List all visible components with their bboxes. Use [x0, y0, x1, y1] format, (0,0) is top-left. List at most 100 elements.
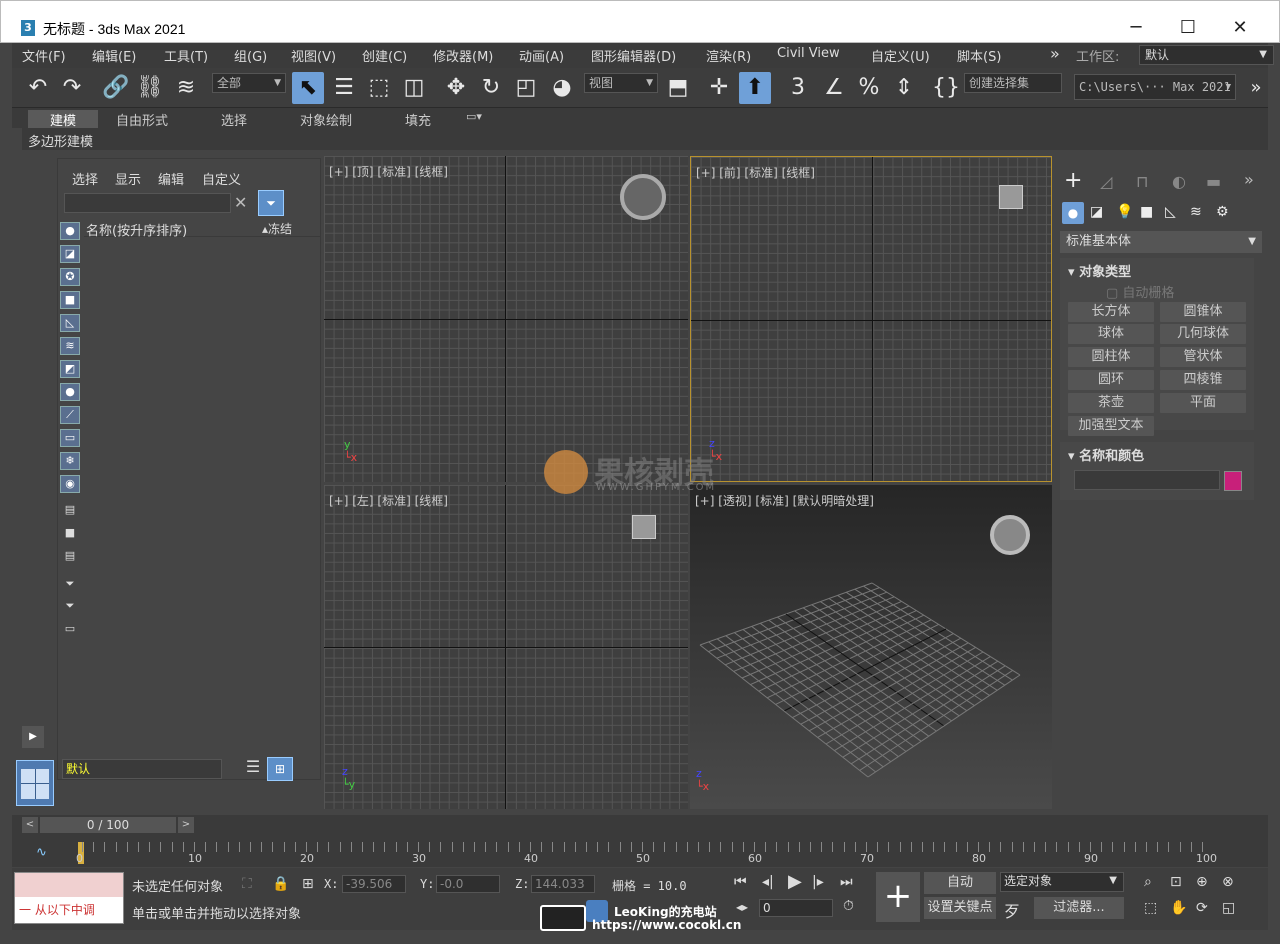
hierarchy-tab-icon[interactable]: ⊓: [1136, 172, 1148, 191]
spinner-snap-icon[interactable]: ⇕: [888, 72, 920, 104]
isolate-icon[interactable]: ⛶: [242, 876, 252, 892]
cameras-icon[interactable]: ■: [1140, 204, 1153, 220]
previous-frame-icon[interactable]: ◂|: [762, 874, 774, 890]
menu-scripting[interactable]: 脚本(S): [957, 46, 1001, 65]
filter-icon[interactable]: ⏷: [258, 190, 284, 216]
maxscript-listener[interactable]: 一 从以下中调: [14, 872, 124, 924]
tab-modeling[interactable]: 建模: [28, 110, 99, 129]
unlink-icon[interactable]: ⛓: [134, 72, 166, 104]
angle-snap-icon[interactable]: ∠: [818, 72, 850, 104]
container-icon[interactable]: ▭: [60, 621, 80, 639]
viewcube-icon[interactable]: [632, 515, 656, 539]
keyboard-shortcut-override-icon[interactable]: ⬆: [739, 72, 771, 104]
teapot-button[interactable]: 茶壶: [1068, 393, 1154, 413]
selection-filter-dropdown[interactable]: 全部 ▼: [212, 73, 286, 93]
viewport-perspective[interactable]: [+] [透视] [标准] [默认明暗处理] z └x: [690, 485, 1052, 809]
column-name[interactable]: 名称(按升序排序): [86, 220, 187, 239]
object-color-swatch[interactable]: [1224, 471, 1242, 491]
cameras-filter-icon[interactable]: ■: [60, 291, 80, 309]
percent-snap-icon[interactable]: %: [853, 72, 885, 104]
pyramid-button[interactable]: 四棱锥: [1160, 370, 1246, 390]
x-coordinate-field[interactable]: -39.506: [342, 875, 406, 893]
frozen-filter-icon[interactable]: ❄: [60, 452, 80, 470]
maximize-button[interactable]: ☐: [1165, 15, 1211, 41]
filter-icon[interactable]: ⏷: [60, 598, 80, 616]
menu-view[interactable]: 视图(V): [291, 46, 336, 65]
timeline-ruler[interactable]: 0 10 20 30 40 50 60 70 80 90 100: [12, 815, 1268, 867]
maximize-viewport-icon[interactable]: ◱: [1222, 900, 1235, 916]
set-key-mode-button[interactable]: 设置关键点: [924, 897, 996, 919]
ribbon-options-icon[interactable]: ▭▾: [466, 110, 482, 123]
geometry-filter-icon[interactable]: ●: [60, 222, 80, 240]
lock-icon[interactable]: 🔒: [272, 876, 289, 892]
display-invert-icon[interactable]: ▤: [60, 548, 80, 566]
tab-selection[interactable]: 选择: [221, 110, 247, 129]
move-icon[interactable]: ✥: [440, 72, 472, 104]
reference-coordinate-dropdown[interactable]: 视图 ▼: [584, 73, 658, 93]
display-all-icon[interactable]: ▤: [60, 502, 80, 520]
bones-filter-icon[interactable]: ⟋: [60, 406, 80, 424]
scale-icon[interactable]: ◰: [510, 72, 542, 104]
pan-icon[interactable]: ✋: [1170, 900, 1187, 916]
menu-group[interactable]: 组(G): [234, 46, 267, 65]
y-coordinate-field[interactable]: -0.0: [436, 875, 500, 893]
scene-menu-select[interactable]: 选择: [72, 169, 98, 188]
rotate-icon[interactable]: ↻: [475, 72, 507, 104]
hierarchy-icon[interactable]: ⊞: [267, 757, 293, 781]
edit-named-selection-icon[interactable]: {}: [930, 72, 962, 104]
viewport-left[interactable]: [+] [左] [标准] [线框] z └y: [324, 485, 688, 809]
pivot-center-icon[interactable]: ⬒: [662, 72, 694, 104]
viewport-top[interactable]: [+] [顶] [标准] [线框] y └x: [324, 156, 688, 482]
spacewarps-icon[interactable]: ≋: [1190, 204, 1202, 220]
go-to-start-icon[interactable]: ⏮: [734, 874, 747, 890]
current-frame-field[interactable]: 0: [759, 899, 833, 917]
viewport-front[interactable]: [+] [前] [标准] [线框] z └x: [690, 156, 1052, 482]
layers-icon[interactable]: ☰: [242, 757, 264, 779]
viewport-layout-icon[interactable]: [16, 760, 54, 806]
xrefs-filter-icon[interactable]: ●: [60, 383, 80, 401]
scene-menu-display[interactable]: 显示: [115, 169, 141, 188]
sphere-button[interactable]: 球体: [1068, 324, 1154, 344]
tube-button[interactable]: 管状体: [1160, 347, 1246, 367]
viewcube-icon[interactable]: [620, 174, 666, 220]
geosphere-button[interactable]: 几何球体: [1160, 324, 1246, 344]
lights-icon[interactable]: 💡: [1116, 204, 1133, 220]
clear-search-icon[interactable]: ✕: [234, 193, 247, 212]
orbit-icon[interactable]: ⟳: [1196, 900, 1208, 916]
more-tabs-icon[interactable]: »: [1244, 170, 1254, 189]
viewcube-icon[interactable]: [999, 185, 1023, 209]
hidden-filter-icon[interactable]: ◉: [60, 475, 80, 493]
category-dropdown[interactable]: 标准基本体 ▼: [1060, 231, 1262, 253]
cone-button[interactable]: 圆锥体: [1160, 302, 1246, 322]
shapes-filter-icon[interactable]: ◪: [60, 245, 80, 263]
scene-menu-customize[interactable]: 自定义: [202, 169, 241, 188]
tab-object-paint[interactable]: 对象绘制: [300, 110, 352, 129]
minimize-button[interactable]: ─: [1113, 15, 1159, 41]
play-icon[interactable]: ▶: [22, 726, 44, 748]
link-icon[interactable]: 🔗: [100, 72, 132, 104]
spacewarps-filter-icon[interactable]: ≋: [60, 337, 80, 355]
column-freeze[interactable]: ▴冻结: [262, 220, 292, 237]
rectangular-selection-icon[interactable]: ⬚: [363, 72, 395, 104]
menu-file[interactable]: 文件(F): [22, 46, 66, 65]
viewport-left-label[interactable]: [+] [左] [标准] [线框]: [329, 492, 448, 509]
absolute-mode-icon[interactable]: ⊞: [302, 876, 314, 892]
systems-icon[interactable]: ⚙: [1216, 204, 1229, 220]
next-frame-button-icon[interactable]: |▸: [812, 874, 824, 890]
viewcube-icon[interactable]: [990, 515, 1030, 555]
object-type-title[interactable]: ▾ 对象类型: [1068, 261, 1131, 280]
placement-icon[interactable]: ◕: [546, 72, 578, 104]
menu-rendering[interactable]: 渲染(R): [706, 46, 751, 65]
layer-dropdown[interactable]: 默认: [62, 759, 222, 779]
search-input[interactable]: [64, 193, 231, 213]
menu-civil-view[interactable]: Civil View: [777, 46, 840, 61]
redo-icon[interactable]: ↷: [56, 72, 88, 104]
tab-populate[interactable]: 填充: [405, 110, 431, 129]
selection-set-dropdown[interactable]: 选定对象 ▼: [1000, 872, 1124, 892]
zoom-icon[interactable]: ⌕: [1144, 874, 1152, 890]
close-button[interactable]: ✕: [1217, 15, 1263, 41]
workspace-dropdown[interactable]: 默认 ▼: [1139, 45, 1274, 65]
select-manipulate-icon[interactable]: ✛: [703, 72, 735, 104]
undo-icon[interactable]: ↶: [22, 72, 54, 104]
more-tools-icon[interactable]: »: [1240, 72, 1272, 104]
